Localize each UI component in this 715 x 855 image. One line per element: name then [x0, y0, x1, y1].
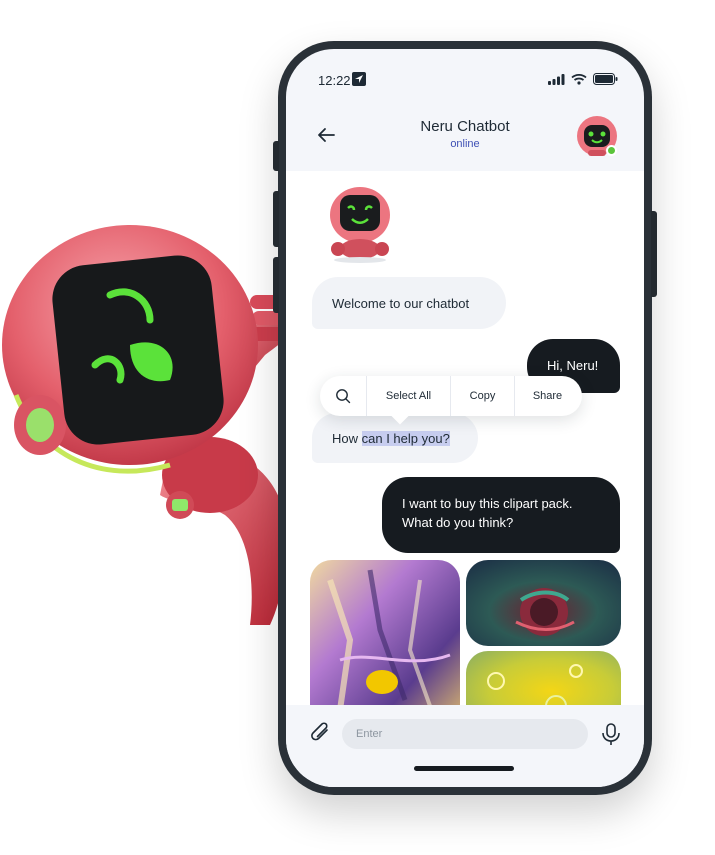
message-input-bar	[286, 705, 644, 787]
menu-copy[interactable]: Copy	[450, 376, 514, 416]
online-indicator-dot	[606, 145, 617, 156]
chat-header: Neru Chatbot online	[286, 99, 644, 171]
location-arrow-icon	[352, 72, 366, 86]
microphone-icon[interactable]	[598, 721, 624, 747]
search-icon	[336, 389, 351, 404]
clipart-image[interactable]	[466, 651, 621, 705]
text-context-menu: Select All Copy Share	[320, 376, 582, 416]
phone-frame: 12:22 Neru Chatbot online Welcome to our…	[273, 41, 657, 795]
selected-text[interactable]: can I help you?	[361, 431, 450, 446]
robot-illustration	[2, 225, 304, 625]
menu-share[interactable]: Share	[514, 376, 580, 416]
battery-icon	[593, 73, 618, 85]
message-text: I want to buy this clipart pack. What do…	[402, 496, 573, 530]
bot-message-welcome[interactable]: Welcome to our chatbot	[312, 277, 506, 329]
clipart-image[interactable]	[466, 560, 621, 646]
phone-screen: 12:22 Neru Chatbot online Welcome to our…	[286, 49, 644, 787]
message-text: How	[332, 431, 362, 446]
clipart-image[interactable]	[310, 560, 460, 705]
bot-message-help[interactable]: How can I help you?	[312, 413, 478, 463]
status-time: 12:22	[318, 73, 351, 88]
signal-icon	[548, 73, 565, 85]
menu-select-all[interactable]: Select All	[366, 376, 450, 416]
wifi-icon	[571, 73, 587, 85]
paperclip-icon[interactable]	[308, 721, 334, 747]
message-text: Hi, Neru!	[547, 358, 599, 373]
menu-search-button[interactable]	[320, 376, 366, 416]
bot-mascot-image	[330, 187, 390, 263]
message-text: Welcome to our chatbot	[332, 296, 470, 311]
user-message-buy[interactable]: I want to buy this clipart pack. What do…	[382, 477, 620, 553]
home-indicator	[414, 766, 514, 771]
chat-messages: Welcome to our chatbot Hi, Neru! How can…	[286, 171, 644, 705]
status-icons	[548, 73, 618, 85]
message-input[interactable]	[342, 719, 588, 749]
status-bar: 12:22	[286, 49, 644, 99]
